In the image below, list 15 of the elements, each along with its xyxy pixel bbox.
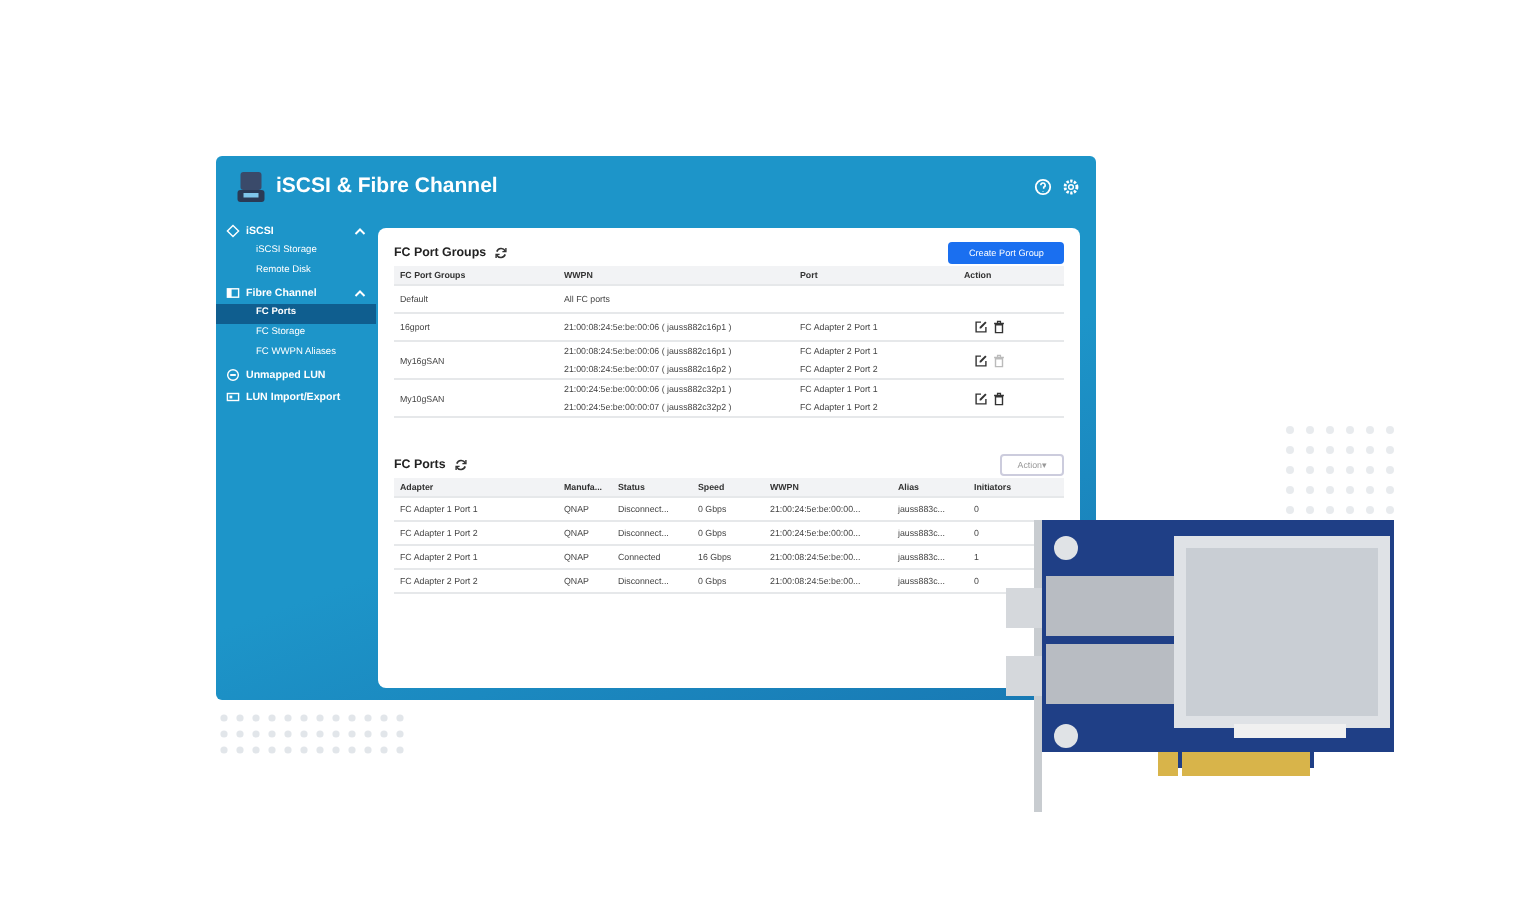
diamond-icon: [226, 224, 240, 238]
storage-app-icon: [236, 169, 266, 203]
window-title: iSCSI & Fibre Channel: [276, 174, 498, 198]
trash-icon[interactable]: [992, 391, 1006, 405]
help-icon[interactable]: [1034, 177, 1052, 195]
settings-icon[interactable]: [1062, 177, 1080, 195]
drive-icon: [226, 390, 240, 404]
folder-icon: [226, 286, 240, 300]
refresh-icon[interactable]: [453, 457, 468, 471]
refresh-icon[interactable]: [494, 245, 509, 259]
edit-icon[interactable]: [974, 391, 988, 405]
disk-icon: [226, 368, 240, 382]
trash-icon[interactable]: [992, 320, 1006, 334]
edit-icon[interactable]: [974, 320, 988, 334]
edit-icon[interactable]: [974, 353, 988, 367]
